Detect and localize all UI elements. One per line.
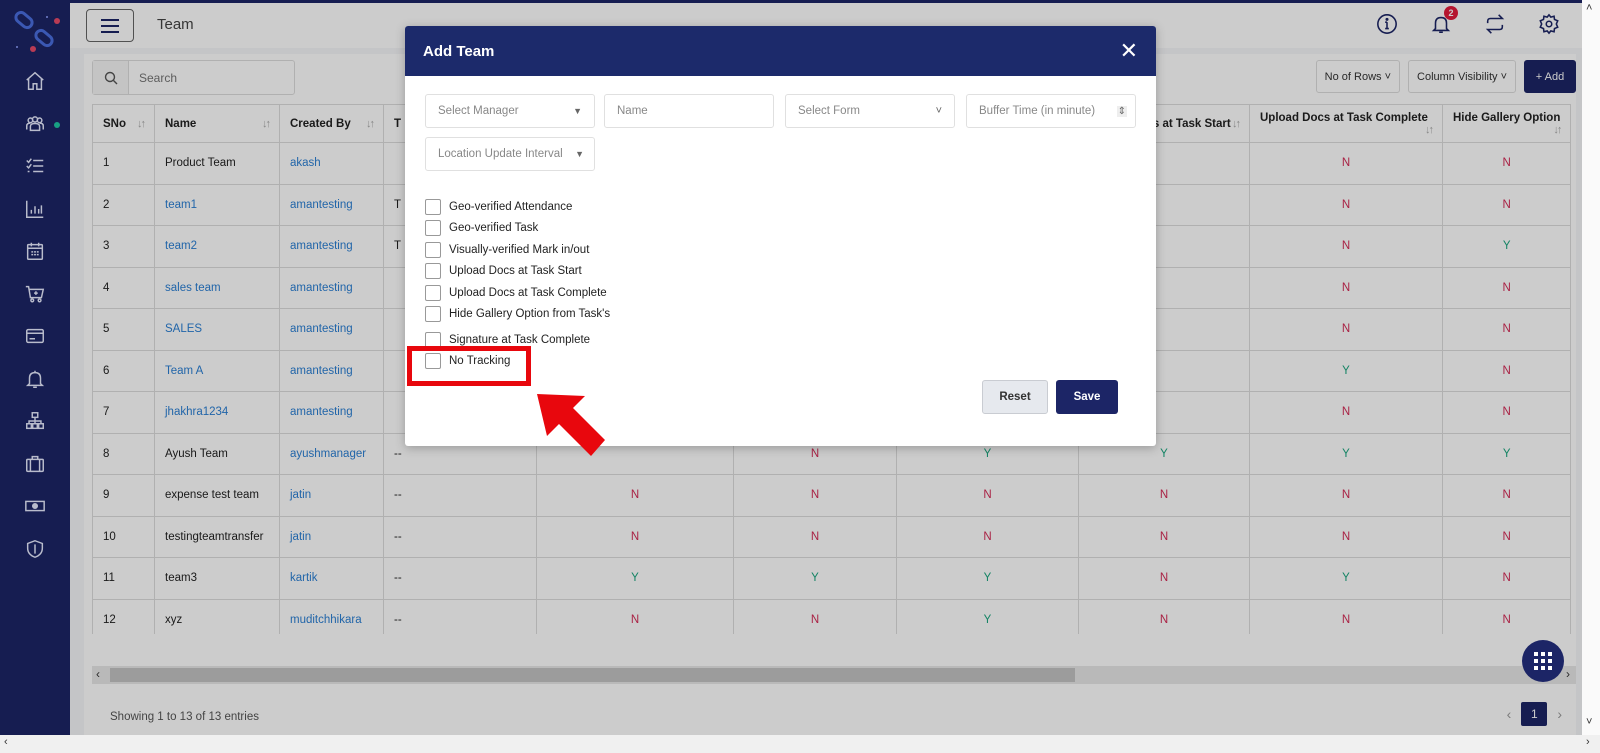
- buffer-time-placeholder: Buffer Time (in minute): [979, 105, 1096, 117]
- checkbox-option[interactable]: Visually-verified Mark in/out: [425, 239, 610, 261]
- page-vertical-scrollbar[interactable]: ˄ ˅: [1582, 0, 1600, 735]
- checkbox-label: Upload Docs at Task Start: [449, 265, 582, 278]
- checkbox-label: Signature at Task Complete: [449, 333, 591, 346]
- number-spinner-icon[interactable]: ⇕: [1116, 105, 1127, 117]
- checkbox-option[interactable]: Geo-verified Task: [425, 218, 610, 240]
- checkbox-label: Visually-verified Mark in/out: [449, 243, 590, 256]
- location-update-interval-placeholder: Location Update Interval: [438, 148, 563, 160]
- scroll-up-icon[interactable]: ˄: [1586, 2, 1592, 14]
- apps-grid-button[interactable]: [1522, 640, 1564, 682]
- team-name-input[interactable]: Name: [604, 94, 774, 128]
- checkbox-option[interactable]: Hide Gallery Option from Task's: [425, 304, 610, 326]
- checkbox-option[interactable]: Upload Docs at Task Start: [425, 261, 610, 283]
- close-icon[interactable]: ✕: [1120, 40, 1138, 62]
- checkbox-label: Geo-verified Task: [449, 222, 539, 235]
- checkbox-label: Geo-verified Attendance: [449, 200, 573, 213]
- scroll-down-icon[interactable]: ˅: [1586, 716, 1592, 728]
- reset-button[interactable]: Reset: [982, 380, 1048, 414]
- select-manager-dropdown[interactable]: Select Manager ▼: [425, 94, 595, 128]
- checkbox[interactable]: [425, 198, 441, 215]
- team-name-placeholder: Name: [617, 105, 648, 117]
- caret-down-icon: ▼: [575, 149, 584, 159]
- buffer-time-input[interactable]: Buffer Time (in minute) ⇕: [966, 94, 1136, 128]
- location-update-interval-dropdown[interactable]: Location Update Interval ▼: [425, 137, 595, 171]
- modal-header: Add Team ✕: [405, 26, 1156, 76]
- checkbox-option[interactable]: Upload Docs at Task Complete: [425, 282, 610, 304]
- checkbox[interactable]: [425, 241, 441, 258]
- save-button[interactable]: Save: [1056, 380, 1118, 414]
- select-form-placeholder: Select Form: [798, 105, 860, 117]
- select-form-dropdown[interactable]: Select Form ˅: [785, 94, 955, 128]
- checkbox[interactable]: [425, 220, 441, 237]
- modal-title: Add Team: [423, 42, 495, 60]
- annotation-highlight-box: [407, 346, 531, 386]
- annotation-arrow-icon: [537, 394, 605, 456]
- checkbox[interactable]: [425, 306, 441, 323]
- checkbox-label: Upload Docs at Task Complete: [449, 286, 607, 299]
- checkbox[interactable]: [425, 284, 441, 301]
- checkbox-option[interactable]: Geo-verified Attendance: [425, 196, 610, 218]
- checkbox-label: Hide Gallery Option from Task's: [449, 308, 611, 321]
- grid-icon: [1534, 652, 1552, 670]
- page-horizontal-scrollbar[interactable]: ‹ ›: [0, 735, 1600, 753]
- caret-down-icon: ▼: [573, 106, 582, 116]
- checkbox[interactable]: [425, 263, 441, 280]
- scroll-left-icon[interactable]: ‹: [4, 736, 8, 748]
- scroll-right-icon[interactable]: ›: [1586, 736, 1590, 748]
- select-manager-placeholder: Select Manager: [438, 105, 519, 117]
- chevron-down-icon: ˅: [935, 105, 942, 117]
